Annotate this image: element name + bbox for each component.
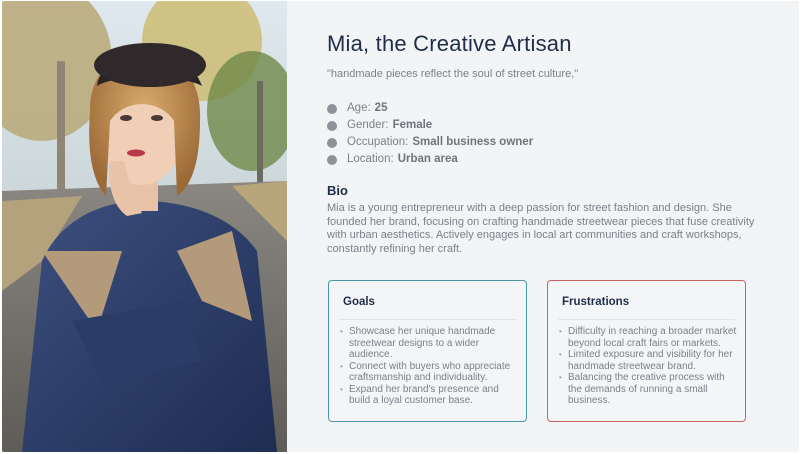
fact-label: Gender:	[347, 119, 389, 131]
bio-heading: Bio	[327, 183, 348, 198]
fact-label: Location:	[347, 153, 394, 165]
fact-label: Occupation:	[347, 136, 409, 148]
persona-card: Mia, the Creative Artisan "handmade piec…	[2, 1, 799, 452]
bullet-dot-icon	[327, 120, 337, 131]
list-item: Connect with buyers who appreciate craft…	[339, 361, 520, 384]
persona-photo	[2, 1, 287, 452]
list-item: Showcase her unique handmade streetwear …	[339, 326, 520, 361]
goals-divider	[339, 319, 516, 320]
frustrations-panel: Frustrations Difficulty in reaching a br…	[547, 280, 746, 422]
list-item: Limited exposure and visibility for her …	[558, 349, 739, 372]
bullet-dot-icon	[327, 103, 337, 114]
list-item: Difficulty in reaching a broader market …	[558, 326, 739, 349]
frustrations-list: Difficulty in reaching a broader market …	[558, 326, 739, 407]
fact-age: Age: 25	[327, 100, 533, 117]
goals-list: Showcase her unique handmade streetwear …	[339, 326, 520, 407]
bio-text: Mia is a young entrepreneur with a deep …	[327, 202, 755, 255]
goals-panel: Goals Showcase her unique handmade stree…	[328, 280, 527, 422]
fact-location: Location: Urban area	[327, 151, 533, 168]
persona-facts: Age: 25 Gender: Female Occupation: Small…	[327, 100, 533, 168]
fact-value: Urban area	[397, 153, 458, 165]
fact-label: Age:	[347, 102, 371, 114]
persona-quote: "handmade pieces reflect the soul of str…	[327, 68, 579, 80]
list-item: Expand her brand's presence and build a …	[339, 384, 520, 407]
persona-photo-illustration	[2, 1, 287, 452]
frustrations-divider	[558, 319, 735, 320]
fact-gender: Gender: Female	[327, 117, 533, 134]
fact-value: Female	[392, 119, 433, 131]
goals-heading: Goals	[343, 296, 375, 308]
bullet-dot-icon	[327, 154, 337, 165]
fact-occupation: Occupation: Small business owner	[327, 134, 533, 151]
persona-title: Mia, the Creative Artisan	[327, 31, 572, 56]
frustrations-heading: Frustrations	[562, 296, 630, 308]
fact-value: 25	[374, 102, 388, 114]
bullet-dot-icon	[327, 137, 337, 148]
fact-value: Small business owner	[412, 136, 534, 148]
list-item: Balancing the creative process with the …	[558, 372, 739, 407]
